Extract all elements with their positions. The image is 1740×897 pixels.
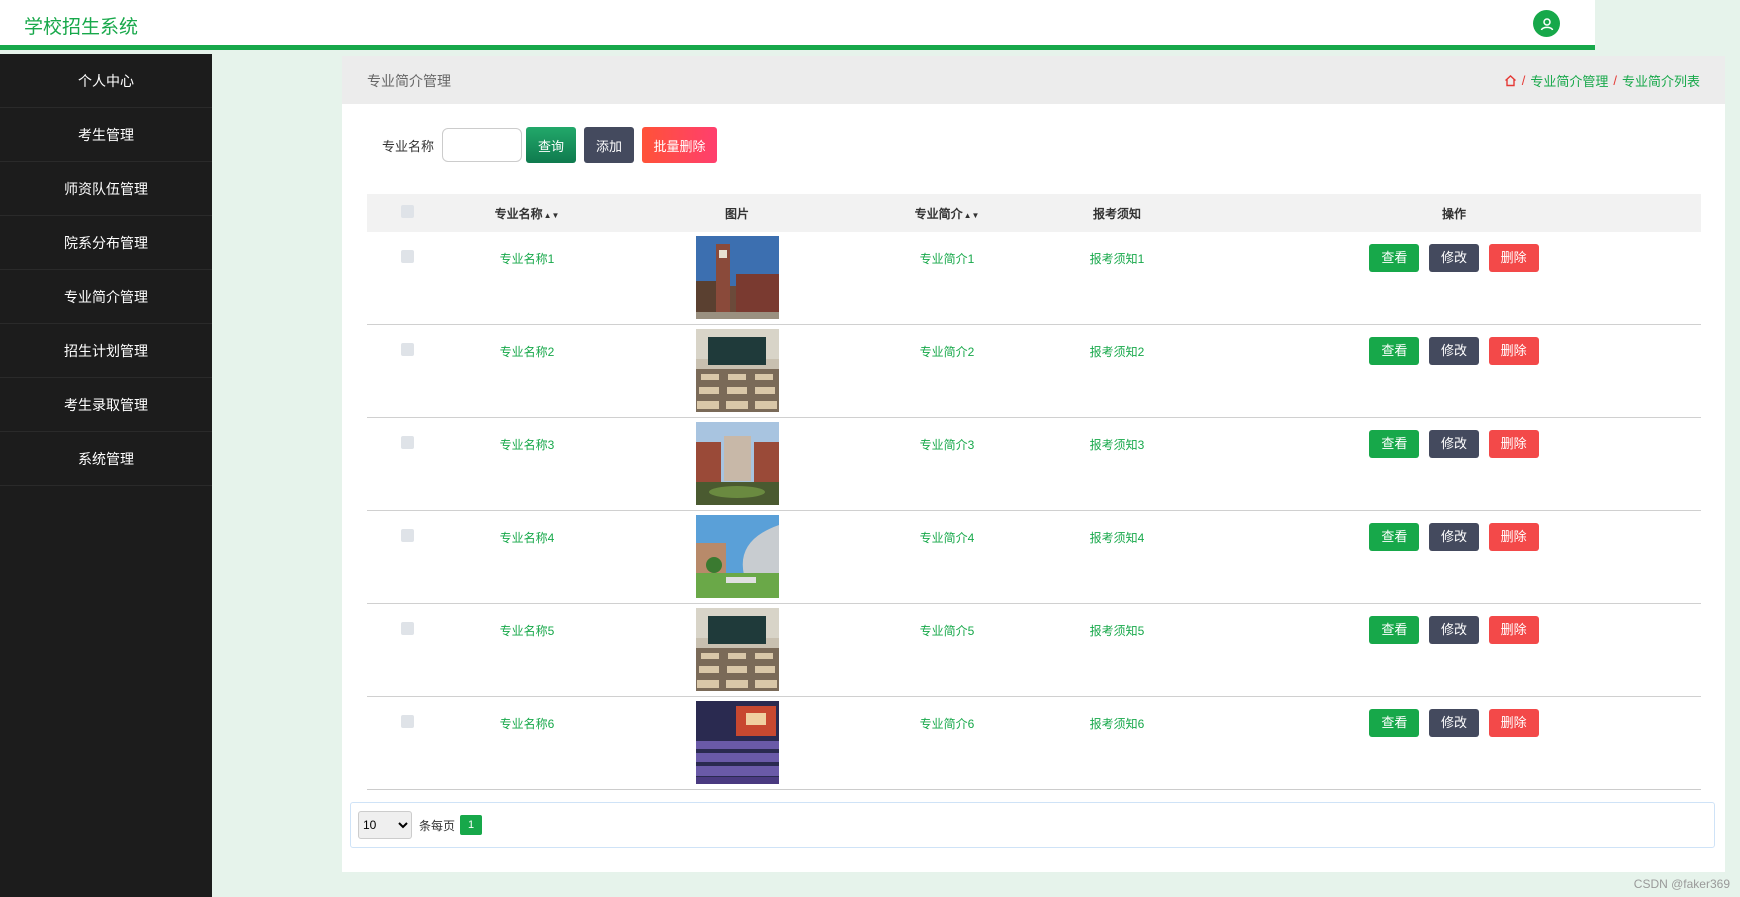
major-intro-cell: 专业简介2 [919, 345, 975, 359]
pagination: 10 条每页 1 [350, 802, 1715, 848]
major-intro-cell: 专业简介3 [919, 438, 975, 452]
sidebar-item-enrollment-plan-management[interactable]: 招生计划管理 [0, 324, 212, 378]
row-checkbox[interactable] [400, 715, 414, 728]
row-checkbox[interactable] [400, 622, 414, 635]
table-header: 专业名称▲▼ 图片 专业简介▲▼ 报考须知 操作 [367, 194, 1701, 232]
search-bar: 专业名称 查询 添加 批量删除 [382, 127, 718, 163]
delete-button[interactable]: 删除 [1488, 709, 1539, 737]
home-icon[interactable] [1504, 74, 1517, 87]
page-number-button[interactable]: 1 [460, 815, 483, 835]
view-button[interactable]: 查看 [1369, 616, 1420, 644]
classroom-photo [695, 608, 779, 691]
edit-button[interactable]: 修改 [1429, 616, 1479, 644]
content-panel: 专业简介管理 / 专业简介管理 / 专业简介列表 专业名称 查询 添加 批量删除… [342, 56, 1725, 872]
page-header: 专业简介管理 / 专业简介管理 / 专业简介列表 [342, 56, 1725, 104]
row-checkbox[interactable] [400, 529, 414, 542]
major-name-cell: 专业名称6 [499, 717, 555, 731]
data-table: 专业名称▲▼ 图片 专业简介▲▼ 报考须知 操作 专业名称1 专业简介1 报考须… [367, 194, 1701, 790]
sidebar-item-personal-center[interactable]: 个人中心 [0, 54, 212, 108]
app-title: 学校招生系统 [24, 17, 139, 38]
exam-notice-cell: 报考须知2 [1089, 345, 1145, 359]
breadcrumb-item-major-intro-list[interactable]: 专业简介列表 [1622, 71, 1700, 90]
select-all-checkbox[interactable] [400, 205, 414, 218]
edit-button[interactable]: 修改 [1429, 337, 1479, 365]
per-page-label: 条每页 [419, 818, 456, 833]
breadcrumb-item-major-intro-management[interactable]: 专业简介管理 [1530, 71, 1608, 90]
row-checkbox[interactable] [400, 250, 414, 263]
batch-delete-button[interactable]: 批量删除 [642, 127, 718, 163]
view-button[interactable]: 查看 [1369, 430, 1420, 458]
delete-button[interactable]: 删除 [1488, 337, 1539, 365]
edit-button[interactable]: 修改 [1429, 523, 1479, 551]
sidebar-item-major-intro-management[interactable]: 专业简介管理 [0, 270, 212, 324]
sidebar-item-student-management[interactable]: 考生管理 [0, 108, 212, 162]
user-icon [1540, 17, 1553, 30]
view-button[interactable]: 查看 [1369, 337, 1420, 365]
sidebar-item-admission-management[interactable]: 考生录取管理 [0, 378, 212, 432]
sidebar-item-department-management[interactable]: 院系分布管理 [0, 216, 212, 270]
row-checkbox[interactable] [400, 343, 414, 356]
major-intro-cell: 专业简介6 [919, 717, 975, 731]
major-intro-cell: 专业简介4 [919, 531, 975, 545]
breadcrumb: / 专业简介管理 / 专业简介列表 [1504, 71, 1700, 90]
row-checkbox[interactable] [400, 436, 414, 449]
major-name-cell: 专业名称1 [499, 252, 555, 266]
major-name-cell: 专业名称4 [499, 531, 555, 545]
edit-button[interactable]: 修改 [1429, 709, 1479, 737]
exam-notice-cell: 报考须知1 [1089, 252, 1145, 266]
page-size-select[interactable]: 10 [358, 811, 412, 839]
edit-button[interactable]: 修改 [1429, 430, 1479, 458]
header-image: 图片 [724, 206, 749, 221]
major-intro-cell: 专业简介5 [919, 624, 975, 638]
sidebar-item-system-management[interactable]: 系统管理 [0, 432, 212, 486]
sort-icon[interactable]: ▲▼ [964, 211, 980, 220]
sort-icon[interactable]: ▲▼ [544, 211, 560, 220]
delete-button[interactable]: 删除 [1488, 244, 1539, 272]
query-button[interactable]: 查询 [526, 127, 577, 163]
table-row: 专业名称4 专业简介4 报考须知4 查看 修改 删除 [367, 511, 1701, 604]
delete-button[interactable]: 删除 [1488, 430, 1539, 458]
exam-notice-cell: 报考须知4 [1089, 531, 1145, 545]
search-label: 专业名称 [382, 138, 435, 154]
delete-button[interactable]: 删除 [1488, 616, 1539, 644]
page-title: 专业简介管理 [367, 73, 451, 89]
header-operations: 操作 [1441, 206, 1466, 221]
sidebar-item-faculty-management[interactable]: 师资队伍管理 [0, 162, 212, 216]
view-button[interactable]: 查看 [1369, 709, 1420, 737]
delete-button[interactable]: 删除 [1488, 523, 1539, 551]
exam-notice-cell: 报考须知3 [1089, 438, 1145, 452]
user-avatar[interactable] [1533, 10, 1560, 37]
major-name-cell: 专业名称5 [499, 624, 555, 638]
header-exam-notice: 报考须知 [1092, 206, 1141, 221]
major-name-cell: 专业名称3 [499, 438, 555, 452]
exam-notice-cell: 报考须知5 [1089, 624, 1145, 638]
curved-building-photo [695, 515, 779, 598]
table-row: 专业名称2 专业简介2 报考须知2 查看 修改 删除 [367, 325, 1701, 418]
major-name-search-input[interactable] [442, 128, 523, 162]
sidebar: 个人中心 考生管理 师资队伍管理 院系分布管理 专业简介管理 招生计划管理 考生… [0, 54, 212, 897]
header-major-intro[interactable]: 专业简介▲▼ [867, 205, 1027, 222]
table-row: 专业名称1 专业简介1 报考须知1 查看 修改 删除 [367, 232, 1701, 325]
table-row: 专业名称3 专业简介3 报考须知3 查看 修改 删除 [367, 418, 1701, 511]
add-button[interactable]: 添加 [584, 127, 635, 163]
table-row: 专业名称5 专业简介5 报考须知5 查看 修改 删除 [367, 604, 1701, 697]
header-major-name[interactable]: 专业名称▲▼ [447, 205, 607, 222]
breadcrumb-separator: / [1613, 73, 1617, 88]
edit-button[interactable]: 修改 [1429, 244, 1479, 272]
major-intro-cell: 专业简介1 [919, 252, 975, 266]
view-button[interactable]: 查看 [1369, 523, 1420, 551]
clock-tower-building-photo [695, 236, 779, 319]
major-name-cell: 专业名称2 [499, 345, 555, 359]
watermark: CSDN @faker369 [1633, 877, 1730, 891]
table-row: 专业名称6 专业简介6 报考须知6 查看 修改 删除 [367, 697, 1701, 789]
top-header: 学校招生系统 [0, 0, 1595, 50]
exam-notice-cell: 报考须知6 [1089, 717, 1145, 731]
auditorium-photo [695, 701, 779, 784]
campus-courtyard-photo [695, 422, 779, 505]
view-button[interactable]: 查看 [1369, 244, 1420, 272]
breadcrumb-separator: / [1521, 73, 1526, 88]
classroom-photo [695, 329, 779, 412]
